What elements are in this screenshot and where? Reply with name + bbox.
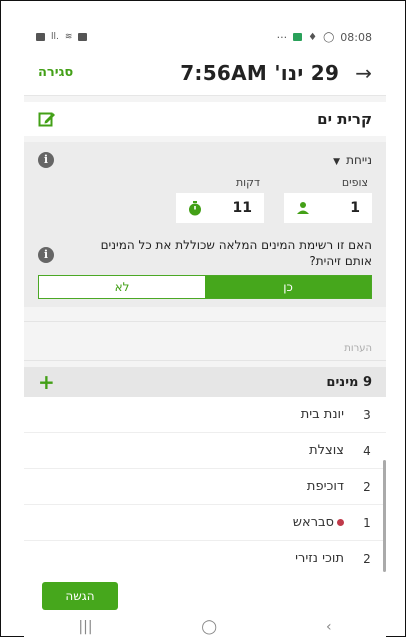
method-dropdown[interactable]: נייחת ▼ [333, 153, 372, 167]
species-name: תוכי נזירי [295, 551, 344, 566]
method-value: נייחת [346, 153, 372, 167]
app-screen: ll. ≋ ··· ♦ ◯ 08:08 סגירה 29 ינו' 7:56AM… [24, 24, 386, 637]
species-count: 1 [363, 515, 371, 530]
species-header: + 9 מינים [24, 367, 386, 397]
observation-panel: i נייחת ▼ דקות 11 צופים 1 i האם זו רשימת … [24, 142, 386, 307]
list-item[interactable]: צוצלת 4 [24, 433, 386, 469]
person-icon [297, 202, 309, 214]
location-name: קרית ים [317, 110, 372, 128]
yes-no-toggle: לא כן [38, 275, 372, 299]
close-button[interactable]: סגירה [38, 65, 73, 80]
page-title: 29 ינו' 7:56AM [180, 60, 340, 85]
status-bar: ll. ≋ ··· ♦ ◯ 08:08 [24, 24, 386, 50]
android-nav-bar: ||| ◯ ‹ [24, 617, 386, 637]
observers-field[interactable]: 1 [284, 193, 372, 223]
no-button[interactable]: לא [39, 276, 205, 298]
notes-placeholder: הערות [344, 343, 372, 354]
species-name: סבראש [292, 515, 334, 530]
location-row: קרית ים [24, 102, 386, 136]
list-item[interactable]: יונת בית 3 [24, 397, 386, 433]
gallery-icon [78, 33, 88, 41]
status-icons-right: ··· ♦ ◯ 08:08 [277, 31, 372, 44]
list-item[interactable]: דוכיפת 2 [24, 469, 386, 505]
species-count: 2 [363, 551, 371, 566]
bottom-bar: הגשה ||| ◯ ‹ [24, 576, 386, 637]
add-species-icon[interactable]: + [38, 372, 55, 392]
back-nav-icon[interactable]: ‹ [326, 619, 332, 635]
list-item[interactable]: תוכי נזירי 2 [24, 541, 386, 577]
species-count: 2 [363, 479, 371, 494]
species-count: 4 [363, 443, 371, 458]
clock-time: 08:08 [340, 30, 372, 44]
edit-icon[interactable] [38, 110, 56, 128]
method-row: i נייחת ▼ [38, 148, 372, 172]
status-dot-icon [337, 519, 344, 526]
arrow-back-icon[interactable]: → [355, 61, 372, 85]
minutes-field[interactable]: 11 [176, 193, 264, 223]
question-text: האם זו רשימת המינים המלאה שכוללת את כל ה… [100, 238, 372, 268]
counts-row: דקות 11 צופים 1 [38, 176, 372, 223]
home-icon[interactable]: ◯ [201, 619, 217, 635]
minutes-column: דקות 11 [176, 176, 264, 223]
wifi-icon: ≋ [64, 32, 73, 42]
message-icon [293, 33, 303, 41]
minutes-value: 11 [232, 200, 252, 216]
species-count: 3 [363, 407, 371, 422]
recent-apps-icon[interactable]: ||| [78, 619, 92, 635]
scrollbar[interactable] [383, 460, 386, 572]
info-icon[interactable]: i [38, 247, 54, 263]
stopwatch-icon [189, 200, 201, 215]
app-header: סגירה 29 ינו' 7:56AM → [24, 50, 386, 96]
species-name: דוכיפת [306, 479, 344, 494]
species-count-title: 9 מינים [326, 374, 372, 390]
species-list: יונת בית 3 צוצלת 4 דוכיפת 2 סבראש 1 תוכי… [24, 397, 386, 577]
observers-column: צופים 1 [284, 176, 372, 223]
battery-icon [36, 33, 45, 41]
observers-value: 1 [350, 200, 360, 216]
header-title-wrap: 29 ינו' 7:56AM → [180, 61, 372, 85]
complete-list-question: i האם זו רשימת המינים המלאה שכוללת את כל… [38, 237, 372, 269]
whatsapp-icon: ◯ [323, 31, 335, 43]
list-item[interactable]: סבראש 1 [24, 505, 386, 541]
yes-button[interactable]: כן [205, 276, 371, 298]
species-name: צוצלת [309, 443, 344, 458]
notes-field[interactable]: הערות [24, 321, 386, 361]
species-name-wrap: סבראש [293, 515, 344, 530]
location-pin-icon: ♦ [308, 31, 318, 43]
minutes-label: דקות [235, 176, 260, 189]
observers-label: צופים [341, 176, 368, 189]
more-dots: ··· [276, 30, 288, 44]
info-icon[interactable]: i [38, 152, 54, 168]
species-name: יונת בית [300, 407, 344, 422]
status-icons-left: ll. ≋ [36, 32, 88, 42]
submit-button[interactable]: הגשה [42, 582, 118, 610]
caret-down-icon: ▼ [333, 157, 341, 167]
signal-icon: ll. [51, 32, 59, 42]
